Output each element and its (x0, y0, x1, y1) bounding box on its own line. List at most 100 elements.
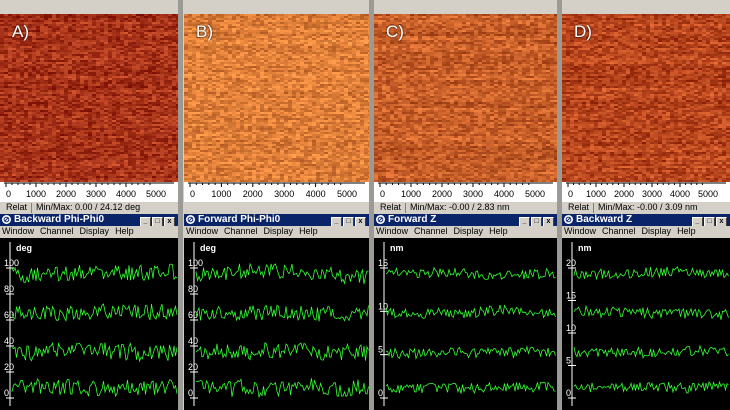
menu-bar: Window Channel Display Help (374, 226, 557, 238)
app-icon[interactable]: ⊘ (186, 215, 195, 224)
signal-trace (573, 304, 729, 320)
y-tick-label: 0 (188, 388, 193, 398)
x-tick-label: 1000 (211, 189, 231, 199)
signal-scope[interactable]: 100 80 60 40 20 0 (0, 238, 178, 410)
menu-window[interactable]: Window (2, 226, 34, 236)
x-tick-label: 4000 (116, 189, 136, 199)
y-tick-label: 5 (378, 345, 383, 355)
app-icon[interactable]: ⊘ (564, 215, 573, 224)
x-tick-label: 2000 (614, 189, 634, 199)
maximize-button[interactable]: □ (531, 217, 542, 226)
signal-trace (385, 345, 556, 361)
x-axis: 0 1000 2000 3000 4000 5000 (184, 182, 369, 202)
maximize-button[interactable]: □ (152, 217, 163, 226)
status-separator (593, 202, 595, 213)
minimize-button[interactable]: _ (331, 217, 342, 226)
y-tick-label: 20 (188, 362, 198, 372)
y-tick-label: 20 (4, 362, 14, 372)
menu-help[interactable]: Help (115, 226, 134, 236)
signal-scope[interactable]: 20 15 10 5 0 (562, 238, 730, 410)
unit-label: nm (578, 243, 592, 253)
window-titlebar[interactable]: ⊘ Backward Z _ □ x (562, 214, 730, 226)
y-tick-label: 15 (566, 291, 576, 301)
minmax-readout: Min/Max: -0.00 / 3.09 nm (598, 202, 698, 212)
x-tick-label: 4000 (670, 189, 690, 199)
x-axis: 0 1000 2000 3000 4000 5000 (562, 182, 730, 202)
menu-display[interactable]: Display (454, 226, 484, 236)
x-tick-label: 2000 (56, 189, 76, 199)
signal-scope[interactable]: 15 10 5 0 (374, 238, 557, 410)
y-tick-label: 100 (4, 258, 19, 268)
status-separator (31, 202, 33, 213)
menu-display[interactable]: Display (264, 226, 294, 236)
menu-channel[interactable]: Channel (602, 226, 636, 236)
signal-trace (11, 263, 178, 283)
close-button[interactable]: x (543, 217, 554, 226)
window-titlebar[interactable]: ⊘ Forward Phi-Phi0 _ □ x (184, 214, 369, 226)
status-bar: Relat Min/Max: 0.00 / 24.12 deg (0, 202, 178, 214)
menu-window[interactable]: Window (186, 226, 218, 236)
menu-window[interactable]: Window (564, 226, 596, 236)
signal-trace (573, 266, 729, 281)
signal-trace (385, 266, 556, 280)
window-titlebar[interactable]: ⊘ Forward Z _ □ x (374, 214, 557, 226)
close-button[interactable]: x (716, 217, 727, 226)
unit-label: deg (16, 243, 33, 253)
app-icon[interactable]: ⊘ (2, 215, 11, 224)
x-tick-label: 3000 (463, 189, 483, 199)
status-bar: Relat Min/Max: -0.00 / 3.09 nm (562, 202, 730, 214)
unit-label: nm (390, 243, 404, 253)
x-tick-label: 5000 (146, 189, 166, 199)
panel-label: B) (196, 22, 213, 41)
app-icon[interactable]: ⊘ (376, 215, 385, 224)
signal-scope[interactable]: 100 80 60 40 20 0 (184, 238, 369, 410)
status-bar (184, 202, 369, 214)
signal-trace (385, 381, 556, 394)
relative-button[interactable]: Relat (6, 202, 27, 212)
signal-trace (573, 380, 729, 394)
x-tick-label: 3000 (274, 189, 294, 199)
y-tick-label: 0 (378, 388, 383, 398)
menu-help[interactable]: Help (489, 226, 508, 236)
x-tick-label: 5000 (525, 189, 545, 199)
y-tick-label: 80 (188, 284, 198, 294)
y-tick-label: 40 (188, 336, 198, 346)
relative-button[interactable]: Relat (568, 202, 589, 212)
maximize-button[interactable]: □ (704, 217, 715, 226)
menu-bar: Window Channel Display Help (562, 226, 730, 238)
menu-window[interactable]: Window (376, 226, 408, 236)
x-tick-label: 2000 (243, 189, 263, 199)
menu-channel[interactable]: Channel (414, 226, 448, 236)
afm-panel-4: D) 0 1000 2000 3000 4000 5000 Relat Min/Max: -0.… (562, 0, 730, 410)
window-buttons: _ □ x (518, 215, 554, 226)
panel-divider (557, 0, 562, 410)
window-titlebar[interactable]: ⊘ Backward Phi-Phi0 _ □ x (0, 214, 178, 226)
y-tick-label: 0 (566, 388, 571, 398)
minimize-button[interactable]: _ (692, 217, 703, 226)
y-tick-label: 10 (566, 323, 576, 333)
menu-channel[interactable]: Channel (224, 226, 258, 236)
menu-channel[interactable]: Channel (40, 226, 74, 236)
menu-bar: Window Channel Display Help (0, 226, 178, 238)
minimize-button[interactable]: _ (140, 217, 151, 226)
panel-label: A) (12, 22, 29, 41)
relative-button[interactable]: Relat (380, 202, 401, 212)
x-tick-label: 1000 (586, 189, 606, 199)
menu-display[interactable]: Display (642, 226, 672, 236)
maximize-button[interactable]: □ (343, 217, 354, 226)
x-tick-label: 5000 (698, 189, 718, 199)
menu-help[interactable]: Help (677, 226, 696, 236)
menu-bar: Window Channel Display Help (184, 226, 369, 238)
minimize-button[interactable]: _ (519, 217, 530, 226)
y-tick-label: 20 (566, 258, 576, 268)
menu-display[interactable]: Display (80, 226, 110, 236)
close-button[interactable]: x (355, 217, 366, 226)
close-button[interactable]: x (164, 217, 175, 226)
x-tick-label: 3000 (86, 189, 106, 199)
status-separator (405, 202, 407, 213)
signal-trace (11, 303, 178, 322)
menu-help[interactable]: Help (299, 226, 318, 236)
x-tick-label: 2000 (432, 189, 452, 199)
x-tick-label: 5000 (337, 189, 357, 199)
signal-trace (11, 378, 178, 398)
